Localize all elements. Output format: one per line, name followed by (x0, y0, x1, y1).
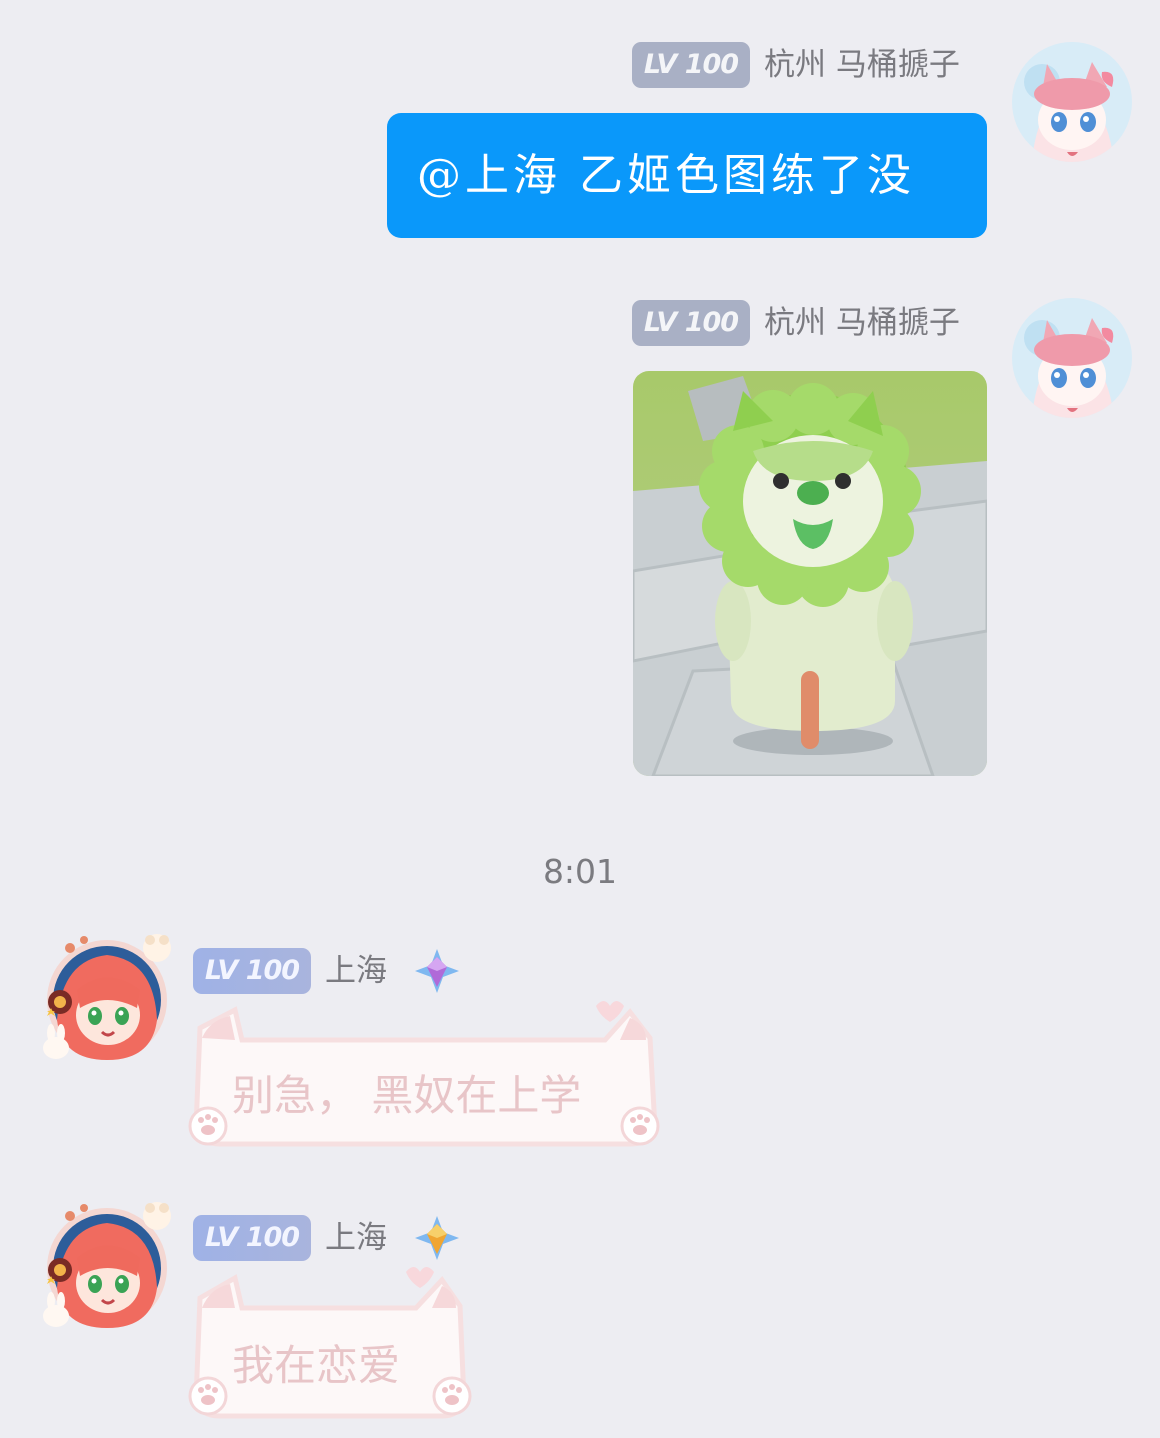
gold-star-badge-icon (413, 1214, 461, 1262)
message-bubble[interactable]: @上海 乙姬色图练了没 (387, 113, 987, 238)
avatar[interactable] (1012, 42, 1132, 162)
anime-girl-avatar-icon (43, 934, 171, 1060)
purple-star-badge-icon (413, 947, 461, 995)
message-bubble[interactable]: 别急， 黑奴在上学 (180, 998, 670, 1150)
message-bubble[interactable]: 我在恋爱 (180, 1264, 480, 1422)
message-text: 别急， 黑奴在上学 (232, 1071, 582, 1120)
sender-name[interactable]: 上海 (325, 948, 387, 994)
pink-creature-avatar-icon (1012, 42, 1132, 162)
message-text: 我在恋爱 (232, 1341, 401, 1390)
level-badge: LV 100 (193, 948, 311, 994)
cabbage-dog-image-icon (633, 371, 987, 776)
anime-girl-avatar-icon (43, 1202, 171, 1328)
level-badge: LV 100 (632, 300, 750, 346)
level-badge: LV 100 (632, 42, 750, 88)
avatar[interactable] (32, 1188, 182, 1338)
sender-name[interactable]: 杭州 马桶搋子 (764, 42, 960, 88)
sender-name[interactable]: 上海 (325, 1215, 387, 1261)
level-badge: LV 100 (193, 1215, 311, 1261)
image-message[interactable] (633, 371, 987, 776)
message-text: @上海 乙姬色图练了没 (417, 150, 915, 201)
avatar[interactable] (32, 920, 182, 1070)
avatar[interactable] (1012, 298, 1132, 418)
pink-creature-avatar-icon (1012, 298, 1132, 418)
timestamp: 8:01 (542, 852, 618, 891)
sender-name[interactable]: 杭州 马桶搋子 (764, 300, 960, 346)
